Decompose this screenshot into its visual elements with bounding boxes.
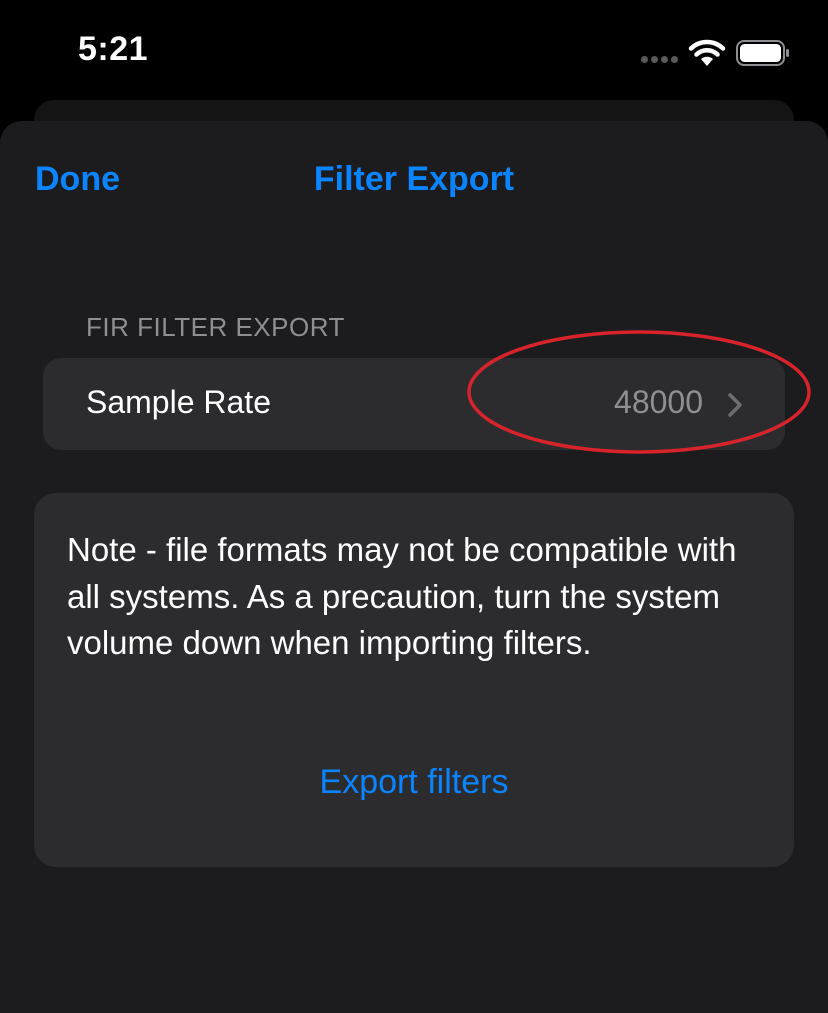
sample-rate-label: Sample Rate: [86, 384, 271, 420]
export-filters-button[interactable]: Export filters: [34, 763, 794, 802]
status-time: 5:21: [78, 30, 149, 68]
note-text: Note - file formats may not be compatibl…: [67, 531, 737, 661]
page-title: Filter Export: [313, 160, 515, 198]
status-bar: 5:21: [0, 0, 828, 100]
sample-rate-row[interactable]: Sample Rate 48000: [43, 358, 785, 450]
note-card: Note - file formats may not be compatibl…: [34, 493, 794, 867]
battery-icon: [736, 40, 789, 66]
section-header-fir-filter-export: FIR FILTER EXPORT: [86, 312, 345, 342]
cellular-signal-icon: [641, 56, 679, 64]
chevron-right-icon: [728, 393, 742, 417]
sample-rate-value: 48000: [614, 384, 703, 420]
wifi-icon: [688, 39, 726, 66]
